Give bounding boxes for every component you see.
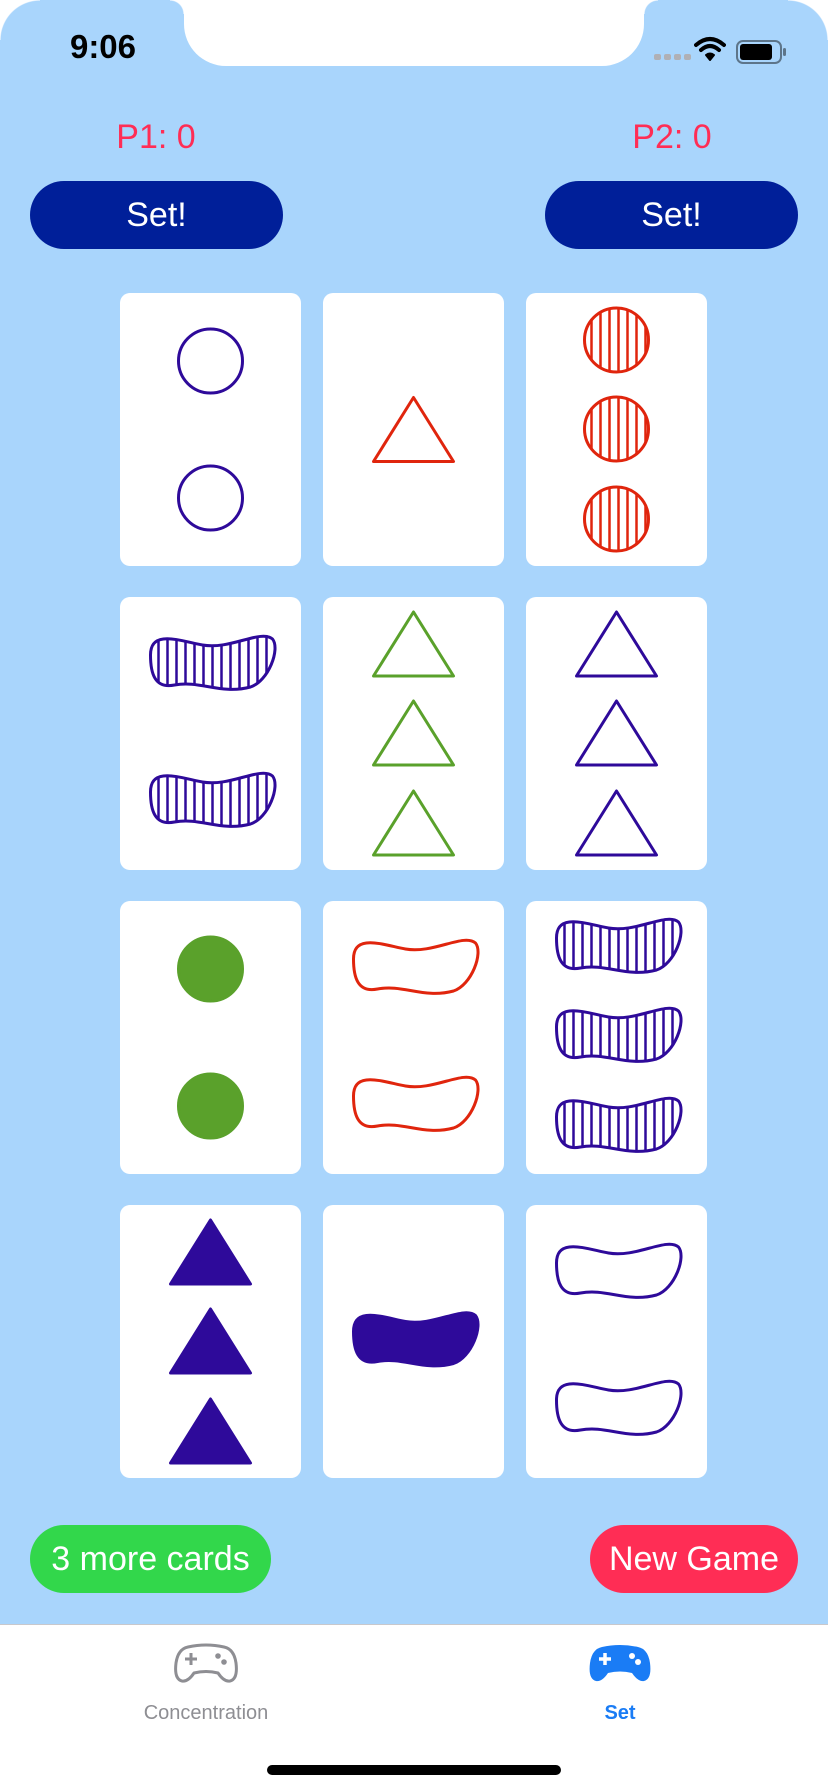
card-symbols: [555, 917, 683, 1153]
card-symbol-diamond: [372, 396, 455, 463]
set-card[interactable]: [120, 1205, 301, 1478]
tab-concentration[interactable]: Concentration: [106, 1625, 306, 1735]
set-card[interactable]: [323, 901, 504, 1174]
card-symbol-oval: [177, 464, 244, 532]
set-card[interactable]: [526, 293, 707, 566]
card-symbols: [372, 610, 455, 857]
card-symbol-diamond: [169, 1218, 252, 1286]
stripes: [590, 308, 647, 372]
card-symbol-diamond: [169, 1307, 252, 1375]
tab-concentration-label: Concentration: [143, 1702, 269, 1724]
stripes: [590, 397, 647, 461]
card-symbol-diamond: [575, 610, 658, 678]
card-symbols: [372, 396, 455, 463]
card-symbols: [352, 938, 480, 1132]
set-card[interactable]: [323, 597, 504, 870]
card-symbol-oval: [583, 485, 650, 553]
card-symbols: [583, 306, 650, 553]
card-symbols: [169, 1218, 252, 1465]
stripes: [590, 487, 647, 551]
card-symbols: [177, 935, 244, 1140]
tab-set-label: Set: [604, 1702, 636, 1724]
card-symbol-diamond: [575, 789, 658, 857]
game-area: 9:06 P1: 0 P2: 0 Set! Set! 3 more cards …: [0, 0, 828, 1624]
card-symbol-squiggle: [352, 938, 480, 995]
screen: 9:06 P1: 0 P2: 0 Set! Set! 3 more cards …: [0, 0, 828, 1792]
tab-set[interactable]: Set: [520, 1625, 720, 1735]
set-card[interactable]: [120, 901, 301, 1174]
card-symbol-oval: [177, 327, 244, 395]
gamecontroller-outline-icon: [174, 1643, 238, 1683]
card-symbol-oval: [177, 1072, 244, 1140]
set-card[interactable]: [323, 1205, 504, 1478]
set-card[interactable]: [120, 293, 301, 566]
card-grid: [0, 0, 828, 1624]
card-symbol-squiggle: [555, 1379, 683, 1436]
card-symbol-squiggle: [352, 1075, 480, 1132]
card-symbol-diamond: [169, 1397, 252, 1465]
gamecontroller-filled-icon: [589, 1645, 651, 1682]
card-symbol-diamond: [372, 789, 455, 857]
set-card[interactable]: [120, 597, 301, 870]
card-symbol-squiggle: [555, 1242, 683, 1299]
set-card[interactable]: [526, 597, 707, 870]
card-symbols: [555, 1242, 683, 1436]
card-symbols: [352, 1311, 480, 1368]
card-symbols: [575, 610, 658, 857]
card-symbols: [149, 634, 277, 828]
card-symbol-oval: [583, 306, 650, 374]
set-card[interactable]: [323, 293, 504, 566]
card-symbol-diamond: [372, 699, 455, 767]
card-symbols: [177, 327, 244, 532]
deal-more-cards-button[interactable]: 3 more cards: [30, 1525, 271, 1593]
set-card[interactable]: [526, 901, 707, 1174]
card-symbol-oval: [583, 395, 650, 463]
set-card[interactable]: [526, 1205, 707, 1478]
card-symbol-diamond: [372, 610, 455, 678]
home-indicator: [267, 1765, 561, 1775]
card-symbol-diamond: [575, 699, 658, 767]
new-game-button[interactable]: New Game: [590, 1525, 798, 1593]
card-symbol-oval: [177, 935, 244, 1003]
card-symbol-squiggle: [352, 1311, 480, 1368]
